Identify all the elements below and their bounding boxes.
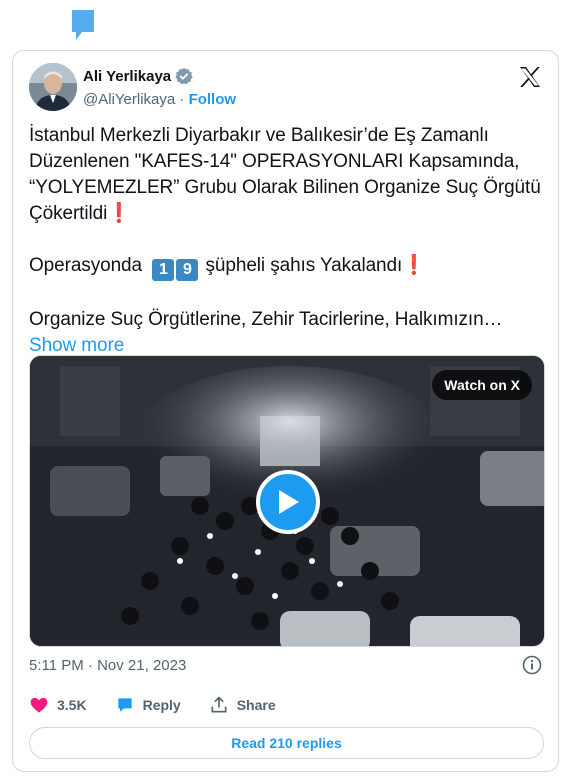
- tweet-text: İstanbul Merkezli Diyarbakır ve Balıkesi…: [29, 123, 549, 359]
- bookmark-speech-icon: [72, 10, 94, 40]
- reply-label: Reply: [142, 697, 181, 713]
- tweet-card[interactable]: Ali Yerlikaya @AliYerlikaya · Follow İst…: [12, 50, 559, 772]
- share-icon: [211, 696, 227, 713]
- x-logo-icon[interactable]: [518, 65, 542, 89]
- read-replies-button[interactable]: Read 210 replies: [29, 727, 544, 759]
- play-button[interactable]: [256, 470, 320, 534]
- share-button[interactable]: Share: [209, 695, 276, 715]
- tweet-timestamp[interactable]: 5:11 PM · Nov 21, 2023: [29, 657, 186, 674]
- tweet-paragraph-3: Organize Suç Örgütlerine, Zehir Tacirler…: [29, 307, 549, 359]
- like-count: 3.5K: [57, 697, 87, 713]
- keycap-digit-one: 1: [152, 259, 175, 281]
- tweet-line-2-suffix: şüpheli şahıs Yakalandı: [205, 255, 403, 276]
- author-name[interactable]: Ali Yerlikaya: [83, 68, 171, 85]
- tweet-line-2-prefix: Operasyonda: [29, 255, 142, 276]
- author-handle[interactable]: @AliYerlikaya: [83, 91, 175, 108]
- video-thumbnail[interactable]: Watch on X: [29, 355, 545, 647]
- exclamation-icon: ❗: [402, 255, 426, 276]
- avatar[interactable]: [29, 63, 77, 111]
- share-label: Share: [236, 697, 276, 713]
- keycap-digit-nine: 9: [176, 259, 199, 281]
- tweet-paragraph-2: Operasyonda 19 şüpheli şahıs Yakalandı❗: [29, 253, 549, 281]
- play-icon: [279, 490, 299, 514]
- like-button[interactable]: 3.5K: [29, 695, 87, 715]
- heart-icon: [30, 697, 48, 713]
- tweet-line-1: İstanbul Merkezli Diyarbakır ve Balıkesi…: [29, 125, 541, 224]
- reply-bubble-icon: [117, 698, 132, 712]
- info-icon[interactable]: [522, 655, 542, 675]
- reply-button[interactable]: Reply: [115, 695, 181, 715]
- separator-dot: ·: [179, 91, 185, 108]
- tweet-paragraph-1: İstanbul Merkezli Diyarbakır ve Balıkesi…: [29, 123, 549, 227]
- author-name-row: Ali Yerlikaya: [83, 67, 193, 85]
- exclamation-icon: ❗: [107, 203, 131, 224]
- watch-on-x-button[interactable]: Watch on X: [432, 370, 532, 400]
- action-bar: 3.5K Reply Share: [29, 695, 304, 715]
- tweet-line-3: Organize Suç Örgütlerine, Zehir Tacirler…: [29, 309, 503, 330]
- author-handle-row: @AliYerlikaya · Follow: [83, 91, 236, 108]
- follow-button[interactable]: Follow: [189, 91, 237, 108]
- show-more-link[interactable]: Show more: [29, 335, 124, 356]
- verified-badge-icon: [175, 67, 193, 85]
